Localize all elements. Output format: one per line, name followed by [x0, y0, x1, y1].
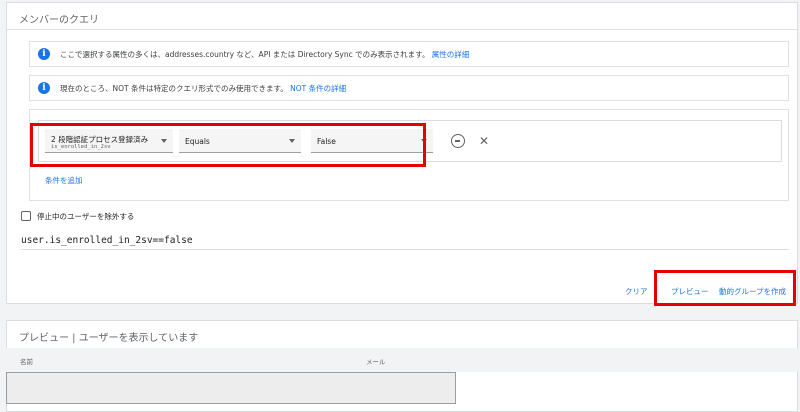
- condition-builder: 2 段階認証プロセス登録済み is_enrolled_in_2sv Equals…: [29, 109, 789, 201]
- remove-circle-icon[interactable]: [451, 134, 465, 148]
- preview-button[interactable]: プレビュー: [671, 286, 709, 297]
- query-underline: [21, 249, 789, 250]
- info-message: ここで選択する属性の多くは、addresses.country など、API ま…: [60, 50, 430, 59]
- exclude-suspended-label: 停止中のユーザーを除外する: [37, 212, 135, 221]
- column-header-name: 名前: [20, 358, 33, 366]
- chevron-down-icon: [161, 139, 167, 143]
- info-icon: i: [38, 48, 50, 60]
- card-title: メンバーのクエリ: [19, 15, 99, 26]
- info-message: 現在のところ、NOT 条件は特定のクエリ形式でのみ使用できます。: [60, 84, 288, 93]
- info-icon: i: [38, 82, 50, 94]
- query-string: user.is_enrolled_in_2sv==false: [21, 235, 193, 246]
- info-box-attributes: i ここで選択する属性の多くは、addresses.country など、API…: [29, 41, 789, 67]
- attribute-select-sublabel: is_enrolled_in_2sv: [51, 144, 111, 150]
- info-box-not-conditions: i 現在のところ、NOT 条件は特定のクエリ形式でのみ使用できます。 NOT 条…: [29, 75, 789, 101]
- chevron-down-icon: [421, 139, 427, 143]
- create-dynamic-group-button[interactable]: 動的グループを作成: [719, 286, 786, 297]
- add-condition-link[interactable]: 条件を追加: [45, 175, 83, 186]
- condition-row: 2 段階認証プロセス登録済み is_enrolled_in_2sv Equals…: [38, 120, 782, 162]
- title-divider: [7, 29, 797, 30]
- table-row: [6, 372, 456, 404]
- column-header-email: メール: [366, 358, 386, 366]
- attribute-select[interactable]: 2 段階認証プロセス登録済み is_enrolled_in_2sv: [45, 129, 173, 153]
- not-conditions-details-link[interactable]: NOT 条件の詳細: [290, 84, 346, 93]
- close-icon[interactable]: ✕: [477, 134, 491, 148]
- preview-title: プレビュー | ユーザーを表示しています: [19, 333, 199, 344]
- info-text: 現在のところ、NOT 条件は特定のクエリ形式でのみ使用できます。 NOT 条件の…: [60, 83, 346, 94]
- info-text: ここで選択する属性の多くは、addresses.country など、API ま…: [60, 49, 469, 60]
- chevron-down-icon: [289, 139, 295, 143]
- clear-button[interactable]: クリア: [625, 286, 648, 297]
- value-select-label: False: [317, 137, 336, 146]
- preview-table-header: 名前 メール: [6, 348, 798, 372]
- attributes-details-link[interactable]: 属性の詳細: [432, 50, 470, 59]
- value-select[interactable]: False: [311, 129, 433, 153]
- operator-select[interactable]: Equals: [179, 129, 301, 153]
- operator-select-label: Equals: [185, 137, 210, 146]
- exclude-suspended-checkbox[interactable]: [21, 211, 31, 221]
- member-query-card: メンバーのクエリ i ここで選択する属性の多くは、addresses.count…: [6, 2, 798, 304]
